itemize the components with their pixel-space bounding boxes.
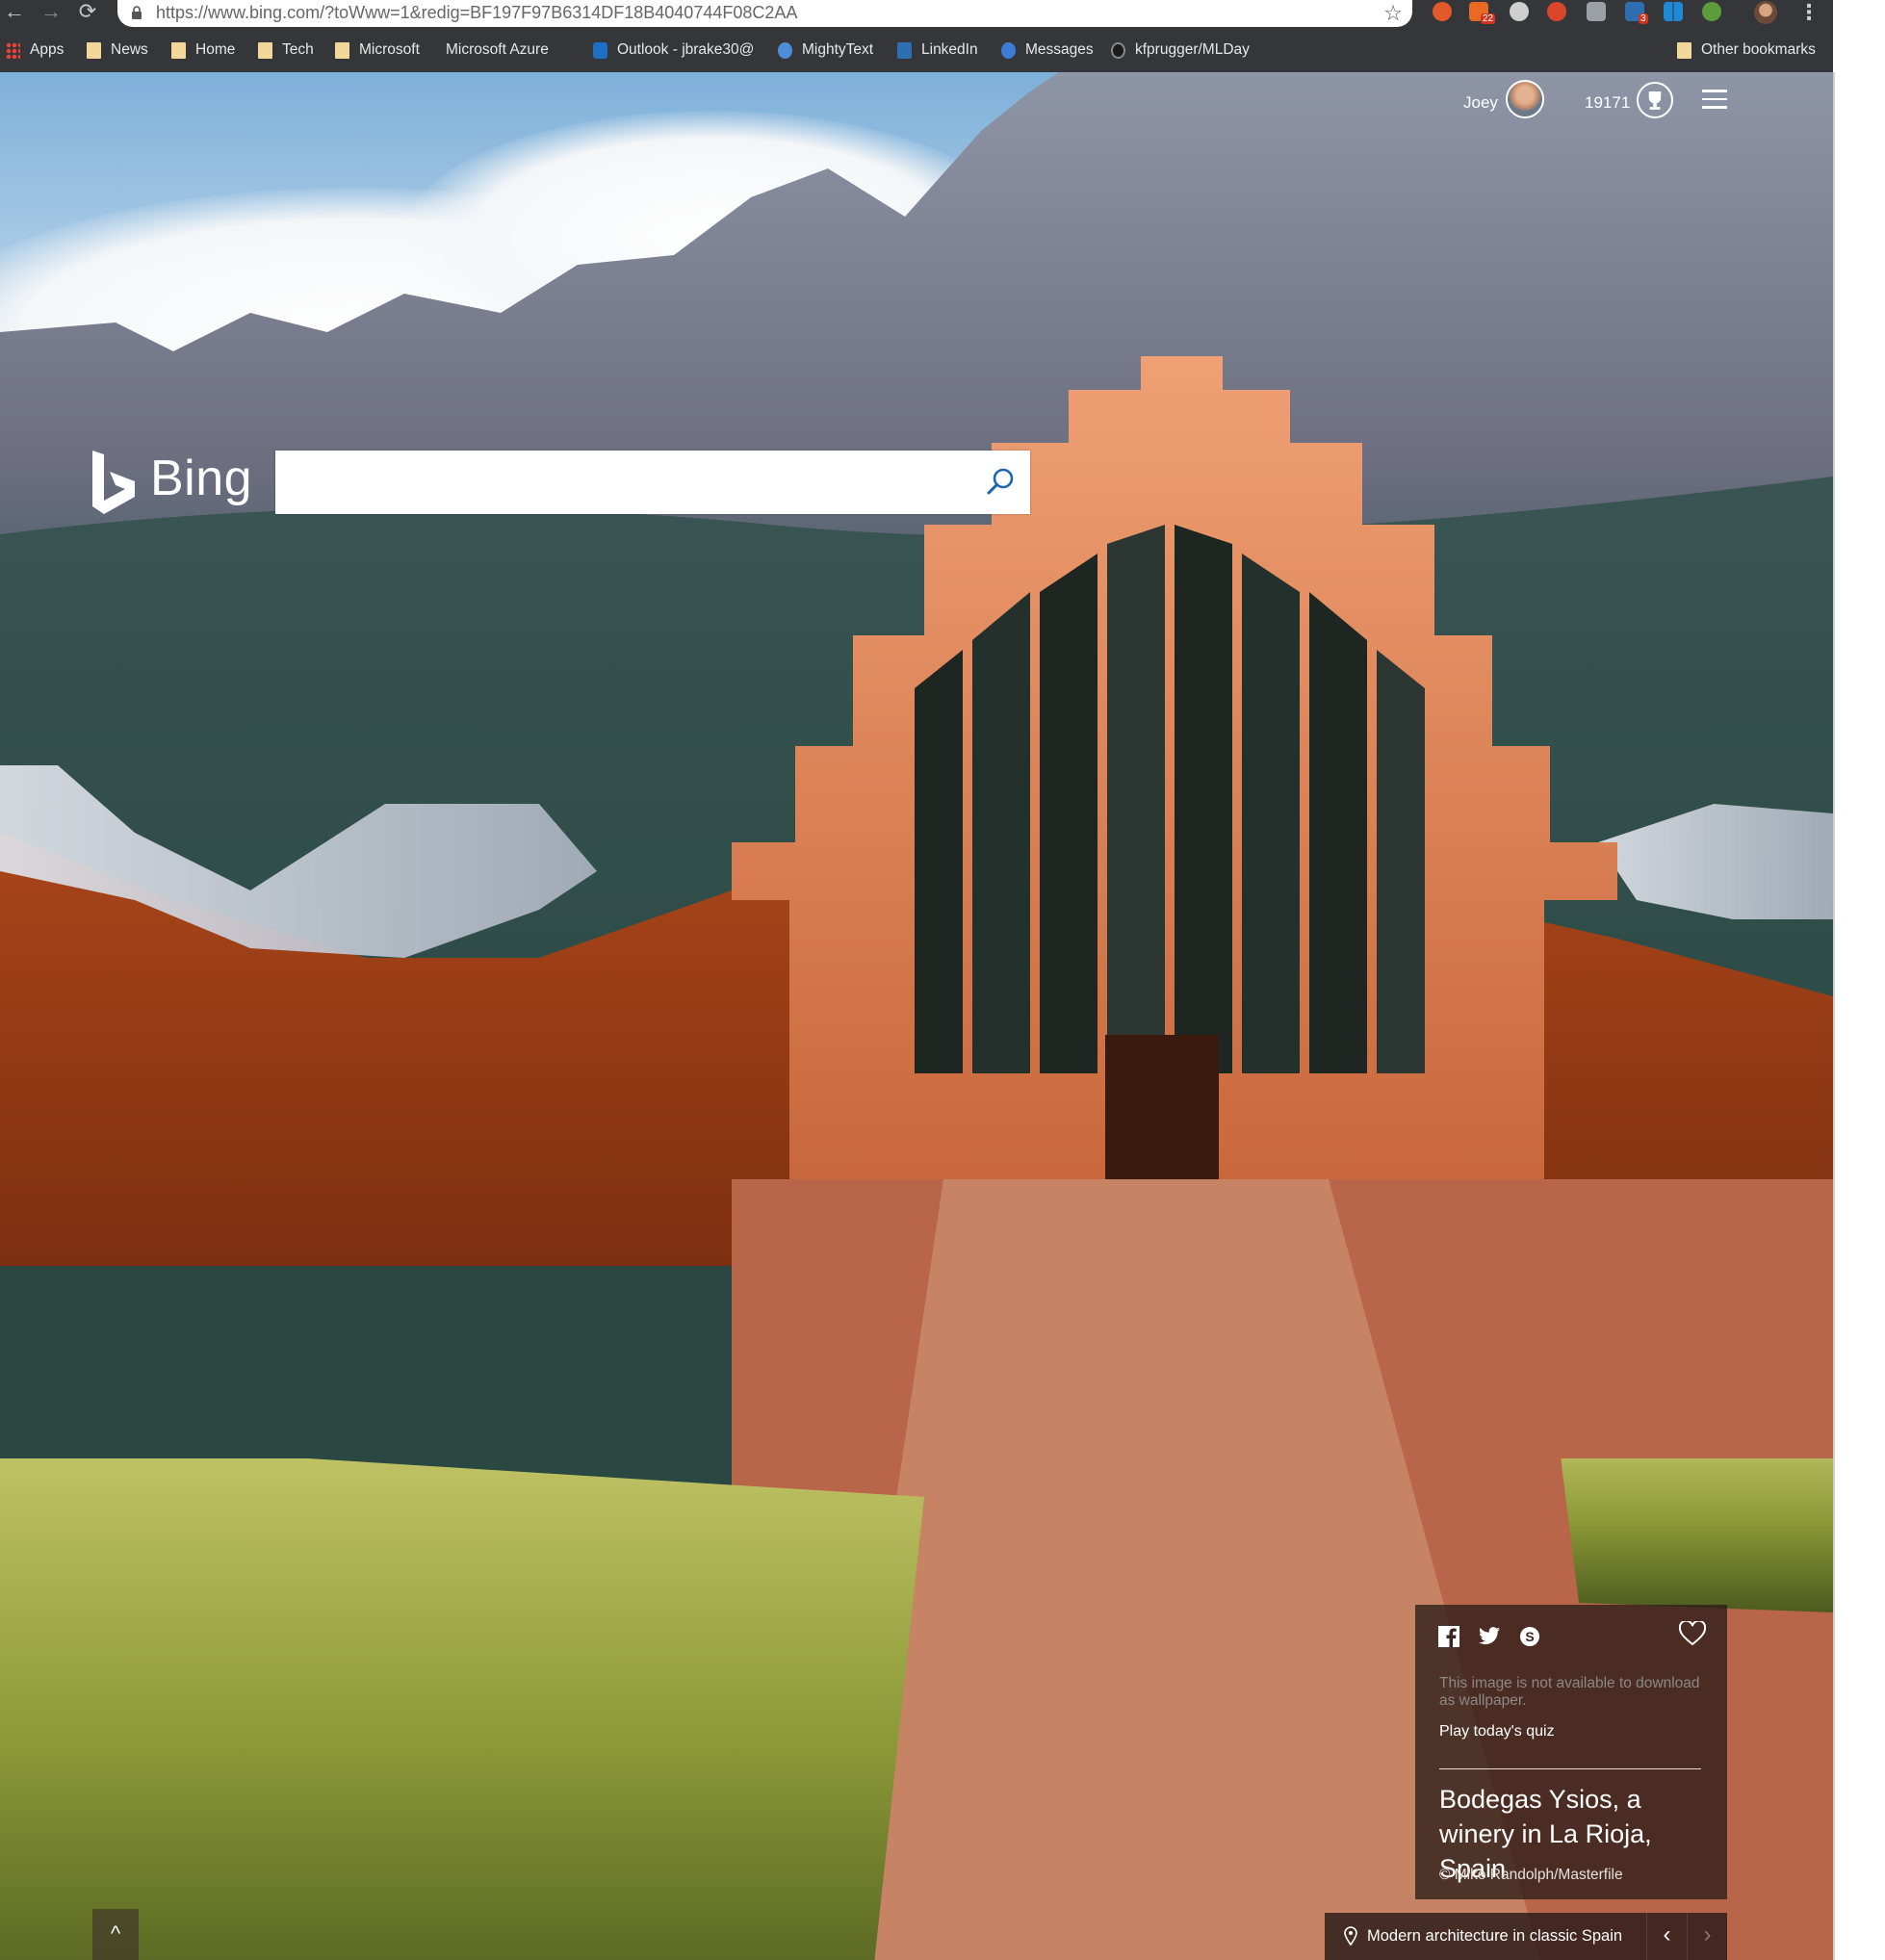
bookmark-label: Apps bbox=[30, 41, 65, 58]
messages-icon bbox=[1001, 41, 1016, 59]
bookmark-label: LinkedIn bbox=[921, 41, 978, 58]
twitter-icon[interactable] bbox=[1479, 1626, 1500, 1647]
bing-logo-icon[interactable] bbox=[90, 451, 139, 518]
windows-extension-icon[interactable] bbox=[1664, 2, 1683, 21]
folder-icon bbox=[1677, 41, 1691, 59]
extension-icon[interactable] bbox=[1702, 2, 1721, 21]
user-avatar[interactable] bbox=[1506, 80, 1544, 118]
apps-grid-icon bbox=[6, 41, 20, 59]
location-pin-icon bbox=[1344, 1926, 1357, 1946]
bing-homepage: Joey 19171 Bing S This image is not avai… bbox=[0, 72, 1833, 1960]
rewards-trophy-icon[interactable] bbox=[1637, 82, 1673, 118]
reward-points[interactable]: 19171 bbox=[1585, 93, 1630, 113]
hamburger-menu-icon[interactable] bbox=[1702, 90, 1727, 109]
bookmark-label: Outlook - jbrake30@ bbox=[617, 41, 755, 58]
forward-icon[interactable]: → bbox=[37, 0, 65, 25]
bookmark-label: News bbox=[111, 41, 148, 58]
folder-icon bbox=[87, 41, 101, 59]
browser-profile-avatar[interactable] bbox=[1754, 1, 1777, 24]
extension-badge: 22 bbox=[1481, 13, 1496, 24]
reload-icon[interactable]: ⟳ bbox=[73, 0, 102, 25]
page-right-margin bbox=[1833, 0, 1885, 1960]
skype-icon[interactable]: S bbox=[1519, 1626, 1540, 1647]
image-caption-bar: Modern architecture in classic Spain ‹ › bbox=[1325, 1913, 1727, 1960]
linkedin-icon bbox=[897, 41, 912, 59]
back-icon[interactable]: ← bbox=[0, 0, 29, 25]
scroll-up-button[interactable]: ^ bbox=[92, 1909, 139, 1960]
bookmark-label: kfprugger/MLDay bbox=[1135, 41, 1250, 58]
bookmark-label: Other bookmarks bbox=[1701, 41, 1816, 58]
bookmark-label: Messages bbox=[1025, 41, 1094, 58]
bookmark-label: MightyText bbox=[802, 41, 874, 58]
github-icon bbox=[1111, 41, 1125, 59]
search-box bbox=[275, 451, 1030, 514]
favorite-heart-icon[interactable] bbox=[1679, 1621, 1706, 1646]
address-url: https://www.bing.com/?toWww=1&redig=BF19… bbox=[156, 3, 798, 22]
bookmark-messages[interactable]: Messages bbox=[1001, 39, 1094, 61]
folder-icon bbox=[335, 41, 349, 59]
divider bbox=[1439, 1768, 1701, 1769]
mightytext-icon bbox=[778, 41, 792, 59]
wallpaper-note: This image is not available to download … bbox=[1439, 1675, 1700, 1709]
svg-text:S: S bbox=[1525, 1629, 1534, 1644]
bookmark-label: Home bbox=[195, 41, 236, 58]
search-input[interactable] bbox=[289, 460, 943, 504]
bookmark-label: Microsoft bbox=[359, 41, 420, 58]
bookmark-apps[interactable]: Apps bbox=[6, 39, 64, 61]
bookmark-github-mlday[interactable]: kfprugger/MLDay bbox=[1111, 39, 1250, 61]
user-name[interactable]: Joey bbox=[1463, 93, 1498, 113]
facebook-icon[interactable] bbox=[1438, 1626, 1459, 1647]
bookmark-news[interactable]: News bbox=[87, 39, 148, 61]
image-credit: © Mike Randolph/Masterfile bbox=[1439, 1867, 1623, 1883]
extension-icon[interactable] bbox=[1433, 2, 1452, 21]
bookmarks-bar: Apps News Home Tech Microsoft Microsoft … bbox=[0, 27, 1833, 128]
bookmark-tech[interactable]: Tech bbox=[258, 39, 314, 61]
quiz-link[interactable]: Play today's quiz bbox=[1439, 1723, 1555, 1741]
image-info-card: S This image is not available to downloa… bbox=[1415, 1605, 1727, 1899]
bookmark-outlook[interactable]: Outlook - jbrake30@ bbox=[593, 39, 754, 61]
lock-icon bbox=[132, 6, 142, 19]
browser-menu-icon[interactable]: ⋮ bbox=[1798, 0, 1820, 25]
extension-icon[interactable] bbox=[1587, 2, 1606, 21]
bing-wordmark[interactable]: Bing bbox=[150, 450, 252, 507]
folder-icon bbox=[171, 41, 186, 59]
previous-image-button[interactable]: ‹ bbox=[1646, 1913, 1687, 1960]
bookmark-microsoft-azure[interactable]: Microsoft Azure bbox=[446, 39, 549, 128]
bookmark-mightytext[interactable]: MightyText bbox=[778, 39, 873, 61]
bookmark-home[interactable]: Home bbox=[171, 39, 235, 61]
bookmark-label: Microsoft Azure bbox=[446, 41, 549, 58]
address-bar[interactable]: https://www.bing.com/?toWww=1&redig=BF19… bbox=[117, 0, 1412, 27]
extension-badge: 3 bbox=[1639, 13, 1648, 24]
bookmark-linkedin[interactable]: LinkedIn bbox=[897, 39, 978, 61]
caption-text[interactable]: Modern architecture in classic Spain bbox=[1367, 1927, 1622, 1946]
bookmark-star-icon[interactable]: ☆ bbox=[1383, 1, 1403, 26]
folder-icon bbox=[258, 41, 272, 59]
bookmark-microsoft[interactable]: Microsoft bbox=[335, 39, 420, 61]
bookmark-label: Tech bbox=[282, 41, 314, 58]
extension-icon[interactable] bbox=[1547, 2, 1566, 21]
next-image-button[interactable]: › bbox=[1687, 1913, 1727, 1960]
extension-icon[interactable] bbox=[1510, 2, 1529, 21]
outlook-icon bbox=[593, 41, 607, 59]
browser-toolbar: ← → ⟳ https://www.bing.com/?toWww=1&redi… bbox=[0, 0, 1833, 27]
search-icon[interactable] bbox=[984, 466, 1017, 499]
bookmark-other[interactable]: Other bookmarks bbox=[1677, 39, 1816, 61]
